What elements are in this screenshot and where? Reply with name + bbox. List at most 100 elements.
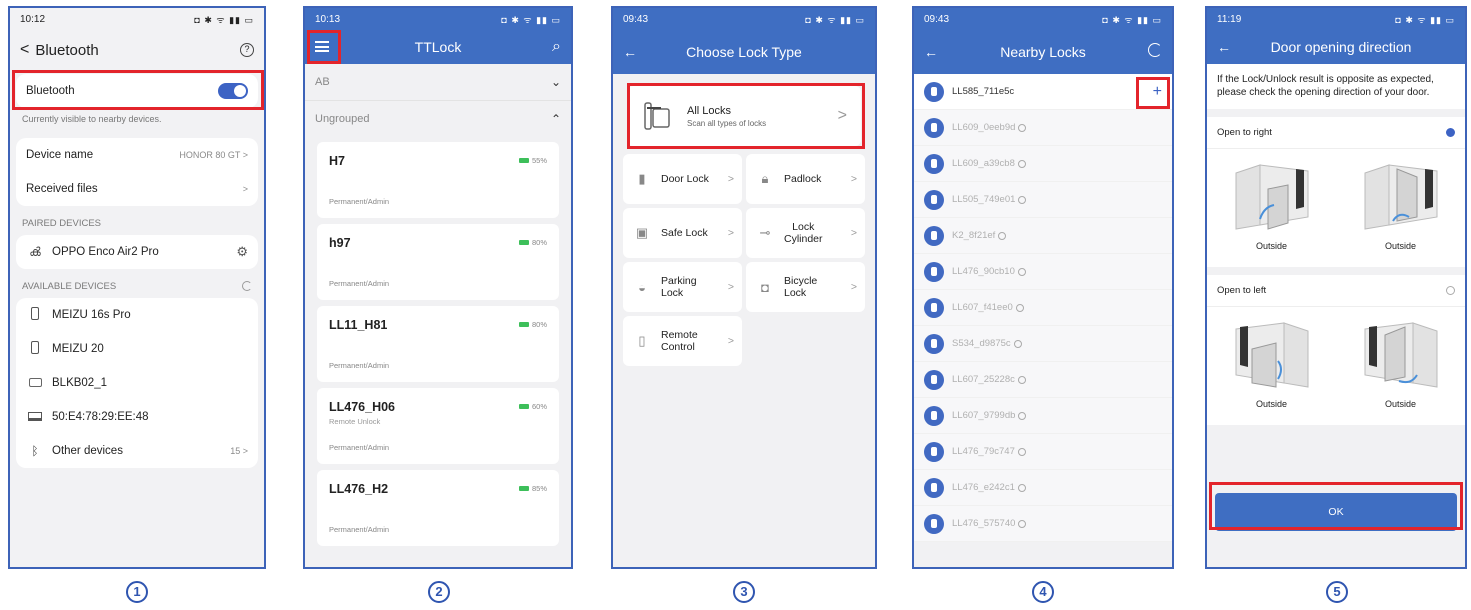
bicycle-lock-icon: ◘ <box>761 279 769 295</box>
door-option[interactable]: Outside <box>1355 155 1447 267</box>
paired-device-row[interactable]: ൿ OPPO Enco Air2 Pro ⚙ <box>16 235 258 269</box>
bluetooth-toggle-row[interactable]: Bluetooth <box>16 74 258 108</box>
add-lock-button[interactable]: + <box>1153 83 1162 101</box>
back-icon[interactable]: < <box>20 41 29 59</box>
safe-icon: ▣ <box>635 225 649 240</box>
device-name: 50:E4:78:29:EE:48 <box>52 411 149 423</box>
nearby-lock-row[interactable]: LL476_e242c1 <box>914 470 1172 506</box>
help-icon[interactable]: ? <box>240 43 254 57</box>
search-icon[interactable]: ⌕ <box>552 38 561 56</box>
radio-selected[interactable] <box>1446 128 1455 137</box>
nearby-lock-row[interactable]: LL476_575740 <box>914 506 1172 542</box>
lock-name: LL607_9799db <box>952 410 1016 421</box>
lock-name: LL476_e242c1 <box>952 482 1015 493</box>
option-open-right[interactable]: Open to right <box>1207 117 1465 149</box>
other-devices-label: Other devices <box>52 445 123 457</box>
nearby-lock-row[interactable]: K2_8f21ef <box>914 218 1172 254</box>
paired-device-name: OPPO Enco Air2 Pro <box>52 246 159 258</box>
back-arrow-icon[interactable]: ← <box>623 44 637 60</box>
lock-name: h97 <box>329 236 351 250</box>
nearby-lock-row[interactable]: LL607_9799db <box>914 398 1172 434</box>
lock-extra: Remote Unlock <box>329 417 381 426</box>
padlock-icon: 🔒︎ <box>761 171 769 186</box>
header: < Bluetooth ? <box>10 30 264 70</box>
info-icon <box>1017 267 1026 276</box>
group-ab[interactable]: AB ⌄ <box>305 64 571 100</box>
bluetooth-toggle[interactable] <box>218 83 248 99</box>
lock-type-parking-lock[interactable]: ◒ Parking Lock > <box>623 262 742 312</box>
available-device-row[interactable]: BLKB02_1 <box>16 366 258 400</box>
refresh-icon[interactable] <box>1148 42 1162 62</box>
lock-icon <box>924 441 944 462</box>
lock-card[interactable]: LL11_H81 80% Permanent/Admin <box>317 306 559 382</box>
nearby-lock-row[interactable]: LL609_0eeb9d <box>914 110 1172 146</box>
app-bar: ← Choose Lock Type <box>613 30 875 74</box>
door-option[interactable]: Outside <box>1226 313 1318 425</box>
all-locks-option[interactable]: All Locks Scan all types of locks > <box>627 86 861 146</box>
nearby-lock-row[interactable]: LL585_711e5c + <box>914 74 1172 110</box>
phone-screen-choose-lock-type: 09:43 ◘ ✱ ᯤ ▮▮ ▭ ← Choose Lock Type All … <box>611 6 877 569</box>
nearby-lock-row[interactable]: LL476_90cb10 <box>914 254 1172 290</box>
device-name-row[interactable]: Device name HONOR 80 GT > <box>16 138 258 172</box>
nearby-lock-row[interactable]: S534_d9875c <box>914 326 1172 362</box>
lock-type-bicycle-lock[interactable]: ◘ Bicycle Lock > <box>746 262 865 312</box>
lock-card[interactable]: h97 80% Permanent/Admin <box>317 224 559 300</box>
step-number: 3 <box>733 581 755 603</box>
radio-unselected[interactable] <box>1446 286 1455 295</box>
lock-name: LL476_575740 <box>952 518 1016 529</box>
door-option[interactable]: Outside <box>1355 313 1447 425</box>
nearby-lock-row[interactable]: LL607_25228c <box>914 362 1172 398</box>
received-files-row[interactable]: Received files > <box>16 172 258 206</box>
outside-label: Outside <box>1384 399 1417 409</box>
battery-icon <box>518 240 529 245</box>
ok-button[interactable]: OK <box>1215 493 1457 531</box>
available-device-row[interactable]: 50:E4:78:29:EE:48 <box>16 400 258 434</box>
battery-level: 80% <box>518 238 547 247</box>
available-device-row[interactable]: MEIZU 16s Pro <box>16 298 258 332</box>
keyboard-icon <box>26 376 44 390</box>
visibility-text: Currently visible to nearby devices. <box>22 114 162 124</box>
received-files-label: Received files <box>26 183 98 195</box>
lock-type-safe-lock[interactable]: ▣ Safe Lock > <box>623 208 742 258</box>
lock-type-remote-control[interactable]: ▯ Remote Control > <box>623 316 742 366</box>
other-devices-row[interactable]: ᛒ Other devices 15 > <box>16 434 258 468</box>
lock-name: LL476_79c747 <box>952 446 1015 457</box>
page-title: Bluetooth <box>35 41 99 59</box>
back-arrow-icon[interactable]: ← <box>1217 39 1231 55</box>
chevron-right-icon: > <box>727 173 734 185</box>
lock-name: LL476_90cb10 <box>952 266 1015 277</box>
info-icon <box>1018 411 1027 420</box>
smart-lock-icon <box>641 99 675 133</box>
status-icons: ◘ ✱ ᯤ ▮▮ ▭ <box>501 14 561 25</box>
battery-text: 55% <box>531 156 547 165</box>
nearby-lock-row[interactable]: LL609_a39cb8 <box>914 146 1172 182</box>
back-arrow-icon[interactable]: ← <box>924 44 938 60</box>
lock-icon <box>924 153 944 174</box>
nearby-lock-row[interactable]: LL607_f41ee0 <box>914 290 1172 326</box>
group-ungrouped[interactable]: Ungrouped ⌃ <box>305 100 571 136</box>
outside-label: Outside <box>1255 399 1288 409</box>
app-bar: TTLock ⌕ <box>305 30 571 64</box>
lock-type-door-lock[interactable]: ▮ Door Lock > <box>623 154 742 204</box>
menu-icon[interactable] <box>315 39 329 55</box>
gear-icon[interactable]: ⚙ <box>236 244 248 260</box>
status-time: 09:43 <box>924 13 950 25</box>
outside-label: Outside <box>1255 241 1288 251</box>
lock-type-lock-cylinder[interactable]: ⊸ Lock Cylinder > <box>746 208 865 258</box>
lock-card[interactable]: LL476_H2 85% Permanent/Admin <box>317 470 559 546</box>
status-icons: ◘ ✱ ᯤ ▮▮ ▭ <box>194 14 254 25</box>
door-option[interactable]: Outside <box>1226 155 1318 267</box>
available-device-row[interactable]: MEIZU 20 <box>16 332 258 366</box>
chevron-down-icon: ⌄ <box>550 75 561 89</box>
lock-icon <box>924 405 944 426</box>
phone-icon <box>26 341 44 357</box>
lock-card[interactable]: LL476_H06 Remote Unlock 60% Permanent/Ad… <box>317 388 559 464</box>
lock-type-label: Parking Lock <box>661 275 697 299</box>
lock-card[interactable]: H7 55% Permanent/Admin <box>317 142 559 218</box>
group-ungrouped-label: Ungrouped <box>315 112 370 125</box>
option-open-left[interactable]: Open to left <box>1207 275 1465 307</box>
lock-type-padlock[interactable]: 🔒︎ Padlock > <box>746 154 865 204</box>
nearby-lock-row[interactable]: LL476_79c747 <box>914 434 1172 470</box>
lock-name: LL609_0eeb9d <box>952 122 1016 133</box>
nearby-lock-row[interactable]: LL505_749e01 <box>914 182 1172 218</box>
